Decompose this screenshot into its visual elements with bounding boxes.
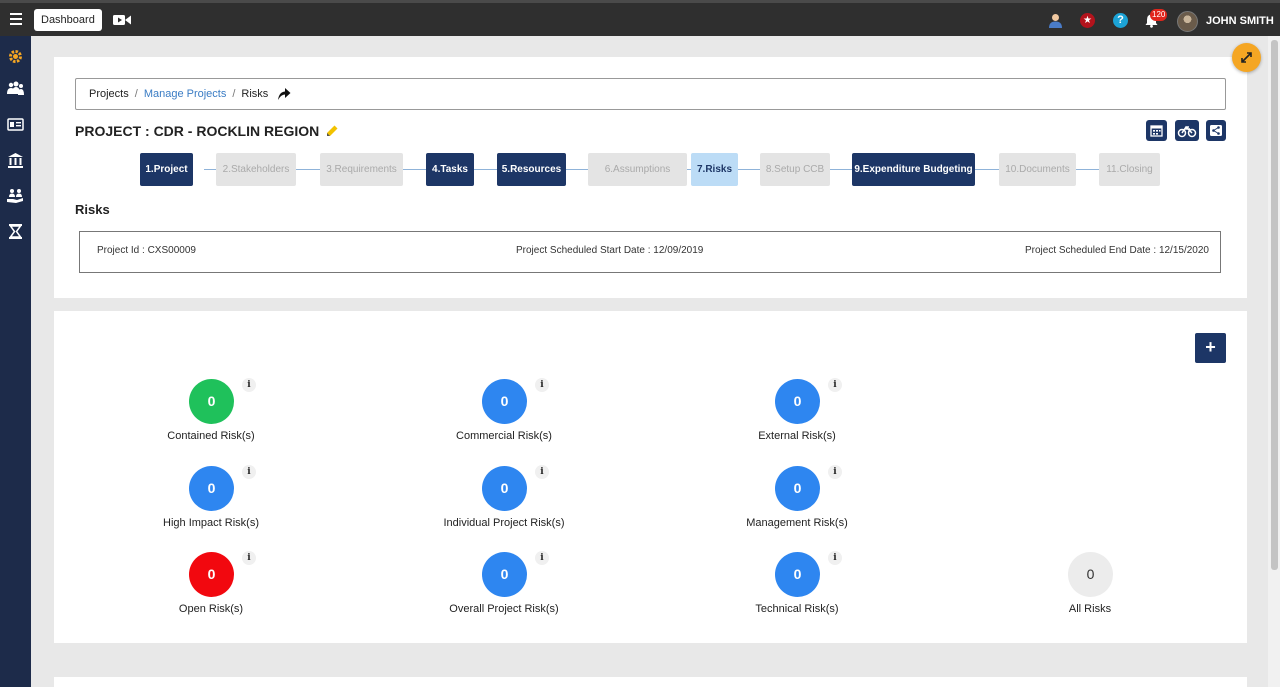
breadcrumb: Projects / Manage Projects / Risks [75, 78, 1226, 110]
risk-count[interactable]: 0 [189, 466, 234, 511]
share-arrow-icon[interactable] [277, 87, 291, 101]
step-1[interactable]: 1.Project [140, 153, 193, 186]
favorites-star-icon[interactable]: ★ [1080, 13, 1095, 28]
calendar-icon [1150, 125, 1163, 137]
project-end-date: Project Scheduled End Date : 12/15/2020 [1024, 245, 1209, 256]
info-icon[interactable]: i [242, 378, 256, 392]
help-icon[interactable]: ? [1113, 13, 1128, 28]
notification-count-badge: 120 [1150, 9, 1168, 21]
user-name[interactable]: JOHN SMITH [1206, 15, 1274, 27]
gear-icon[interactable] [7, 48, 24, 65]
risk-count[interactable]: 0 [482, 379, 527, 424]
step-10[interactable]: 10.Documents [999, 153, 1076, 186]
risk-count[interactable]: 0 [775, 379, 820, 424]
bicycle-icon [1177, 125, 1197, 138]
risk-metric-1[interactable]: 0 i Commercial Risk(s) [404, 378, 604, 449]
dashboard-button[interactable]: Dashboard [34, 9, 102, 31]
hourglass-icon[interactable] [7, 223, 24, 240]
team-icon[interactable] [7, 80, 24, 97]
expand-arrows-icon [1241, 52, 1252, 63]
menu-icon[interactable] [10, 13, 22, 25]
institution-icon[interactable] [7, 152, 24, 169]
risk-metric-3[interactable]: 0 i High Impact Risk(s) [111, 465, 311, 536]
share-icon [1210, 125, 1222, 136]
risk-metric-7[interactable]: 0 i Overall Project Risk(s) [404, 551, 604, 622]
risk-metric-4[interactable]: 0 i Individual Project Risk(s) [404, 465, 604, 536]
risk-count[interactable]: 0 [482, 466, 527, 511]
info-icon[interactable]: i [535, 378, 549, 392]
info-icon[interactable]: i [828, 378, 842, 392]
project-title: PROJECT : CDR - ROCKLIN REGION [75, 123, 338, 139]
risk-label: High Impact Risk(s) [163, 517, 259, 529]
breadcrumb-manage-projects[interactable]: Manage Projects [144, 88, 227, 100]
step-5[interactable]: 5.Resources [497, 153, 566, 186]
risk-metric-2[interactable]: 0 i External Risk(s) [697, 378, 897, 449]
breadcrumb-projects[interactable]: Projects [89, 88, 129, 100]
bicycle-button[interactable] [1175, 120, 1199, 141]
risk-metric-0[interactable]: 0 i Contained Risk(s) [111, 378, 311, 449]
project-info-box: Project Id : CXS00009 Project Scheduled … [79, 231, 1221, 273]
info-icon[interactable]: i [535, 465, 549, 479]
edit-pencil-icon[interactable] [326, 125, 338, 137]
risk-count[interactable]: 0 [1068, 552, 1113, 597]
risk-count[interactable]: 0 [482, 552, 527, 597]
risk-label: All Risks [1068, 603, 1112, 615]
info-icon[interactable]: i [242, 551, 256, 565]
add-risk-button[interactable]: + [1195, 333, 1226, 363]
user-profile-icon[interactable] [1048, 13, 1063, 28]
risk-count[interactable]: 0 [775, 552, 820, 597]
lower-panel [54, 677, 1247, 687]
risk-count[interactable]: 0 [189, 552, 234, 597]
calendar-button[interactable] [1146, 120, 1167, 141]
risk-metric-5[interactable]: 0 i Management Risk(s) [697, 465, 897, 536]
breadcrumb-separator: / [232, 88, 236, 100]
info-icon[interactable]: i [535, 551, 549, 565]
step-9[interactable]: 9.Expenditure Budgeting [852, 153, 975, 186]
risk-metric-6[interactable]: 0 i Open Risk(s) [111, 551, 311, 622]
project-id: Project Id : CXS00009 [97, 245, 196, 256]
risk-label: External Risk(s) [758, 430, 836, 442]
user-avatar[interactable] [1177, 11, 1198, 32]
risk-metric-8[interactable]: 0 i Technical Risk(s) [697, 551, 897, 622]
project-start-date: Project Scheduled Start Date : 12/09/201… [516, 245, 704, 256]
scrollbar-thumb[interactable] [1271, 40, 1278, 570]
risk-count[interactable]: 0 [775, 466, 820, 511]
top-bar: Dashboard ★ ? 120 JOHN SMITH [0, 0, 1280, 36]
risk-metrics-panel: + 0 i Contained Risk(s) 0 i Commercial Risk(s… [54, 311, 1247, 643]
share-button[interactable] [1206, 120, 1226, 141]
step-7[interactable]: 7.Risks [691, 153, 738, 186]
project-header-panel: Projects / Manage Projects / Risks PROJECT :… [54, 57, 1247, 298]
step-8[interactable]: 8.Setup CCB [760, 153, 830, 186]
risk-label: Contained Risk(s) [167, 430, 255, 442]
fullscreen-button[interactable] [1232, 43, 1261, 72]
risk-metric-9[interactable]: 0 All Risks [990, 552, 1190, 622]
hand-users-icon[interactable] [7, 187, 24, 204]
risk-label: Technical Risk(s) [755, 603, 839, 615]
risk-label: Commercial Risk(s) [456, 430, 552, 442]
breadcrumb-separator: / [134, 88, 138, 100]
risk-label: Overall Project Risk(s) [449, 603, 559, 615]
risk-label: Individual Project Risk(s) [443, 517, 565, 529]
breadcrumb-risks: Risks [241, 88, 269, 100]
left-sidebar [0, 36, 31, 687]
info-icon[interactable]: i [828, 465, 842, 479]
risk-label: Open Risk(s) [178, 603, 244, 615]
info-icon[interactable]: i [242, 465, 256, 479]
step-6[interactable]: 6.Assumptions [588, 153, 687, 186]
step-3[interactable]: 3.Requirements [320, 153, 403, 186]
info-icon[interactable]: i [828, 551, 842, 565]
video-camera-icon[interactable] [113, 14, 131, 26]
id-card-icon[interactable] [7, 116, 24, 133]
step-2[interactable]: 2.Stakeholders [216, 153, 296, 186]
risk-label: Management Risk(s) [746, 517, 848, 529]
risks-heading: Risks [75, 202, 110, 217]
step-11[interactable]: 11.Closing [1099, 153, 1160, 186]
project-title-text: PROJECT : CDR - ROCKLIN REGION [75, 123, 320, 139]
risk-count[interactable]: 0 [189, 379, 234, 424]
step-4[interactable]: 4.Tasks [426, 153, 474, 186]
